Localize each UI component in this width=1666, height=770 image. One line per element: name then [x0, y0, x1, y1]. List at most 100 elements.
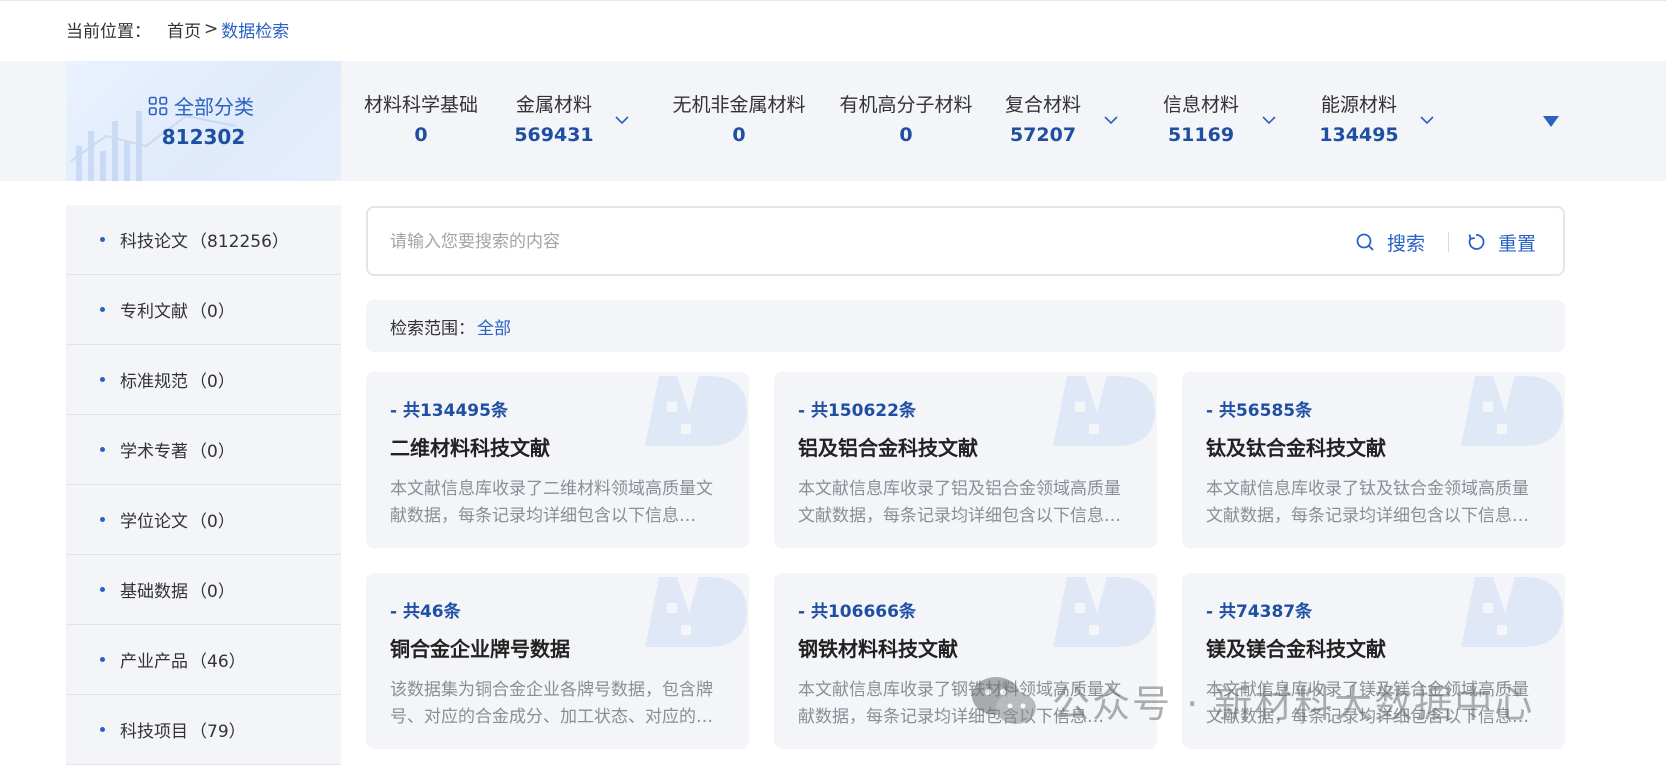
sidebar-item-count: （0）	[190, 442, 235, 462]
card-description: 本文献信息库收录了铝及铝合金领域高质量文献数据，每条记录均详细包含以下信息…	[798, 479, 1121, 526]
top-divider	[0, 0, 1666, 1]
category-tab-polymer[interactable]: 有机高分子材料 0	[835, 90, 977, 146]
category-tab-energy[interactable]: 能源材料 134495	[1318, 90, 1400, 146]
search-button[interactable]: 搜索	[1355, 228, 1425, 256]
dataset-card[interactable]: - 共56585条 钛及钛合金科技文献 本文献信息库收录了钛及钛合金领域高质量文…	[1182, 372, 1565, 548]
category-count: 0	[899, 124, 913, 146]
wechat-watermark: 公众号 · 新材料大数据中心	[968, 672, 1534, 728]
sidebar-item-count: （79）	[190, 722, 246, 742]
bullet-icon	[100, 587, 105, 592]
breadcrumb-current: 数据检索	[221, 21, 290, 42]
breadcrumb: 当前位置： 首页 > 数据检索	[66, 17, 290, 42]
reset-button[interactable]: 重置	[1466, 228, 1536, 256]
chevron-down-icon[interactable]	[1102, 111, 1120, 129]
sidebar-item-count: （46）	[190, 652, 246, 672]
all-category-title: 全部分类	[148, 91, 254, 120]
card-total: - 共74387条	[1206, 602, 1313, 622]
sidebar-item-count: （0）	[190, 582, 235, 602]
search-input[interactable]	[390, 228, 1290, 256]
chevron-down-icon[interactable]	[1418, 111, 1436, 129]
logo-watermark-icon	[1461, 376, 1563, 446]
all-category-tab[interactable]: 全部分类 812302	[66, 61, 341, 181]
sidebar-item-patents[interactable]: 专利文献 （0）	[66, 275, 341, 345]
sidebar-item-count: （812256）	[190, 232, 289, 252]
card-title: 铜合金企业牌号数据	[390, 637, 570, 661]
sidebar-item-count: （0）	[190, 372, 235, 392]
category-count: 569431	[514, 124, 594, 146]
card-total: - 共150622条	[798, 401, 916, 421]
sidebar-item-count: （0）	[190, 302, 235, 322]
breadcrumb-home-link[interactable]: 首页	[167, 17, 201, 42]
card-title: 钢铁材料科技文献	[798, 637, 958, 661]
search-scope: 检索范围： 全部	[366, 300, 1565, 352]
logo-watermark-icon	[645, 577, 747, 647]
scope-value[interactable]: 全部	[477, 314, 511, 339]
card-title: 镁及镁合金科技文献	[1206, 637, 1386, 661]
category-tab-materials-science[interactable]: 材料科学基础 0	[360, 90, 482, 146]
dataset-card[interactable]: - 共150622条 铝及铝合金科技文献 本文献信息库收录了铝及铝合金领域高质量…	[774, 372, 1157, 548]
card-description: 本文献信息库收录了钛及钛合金领域高质量文献数据，每条记录均详细包含以下信息…	[1206, 479, 1529, 526]
category-count: 0	[414, 124, 428, 146]
grid-icon	[148, 96, 168, 115]
category-name: 复合材料	[1004, 94, 1081, 116]
category-tab-inorganic[interactable]: 无机非金属材料 0	[668, 90, 810, 146]
card-title: 钛及钛合金科技文献	[1206, 436, 1386, 460]
bullet-icon	[100, 517, 105, 522]
card-title: 铝及铝合金科技文献	[798, 436, 978, 460]
card-description: 本文献信息库收录了二维材料领域高质量文献数据，每条记录均详细包含以下信息…	[390, 479, 713, 526]
sidebar-item-label: 科技论文	[120, 232, 188, 252]
refresh-icon	[1468, 234, 1485, 250]
wechat-icon	[972, 677, 1036, 724]
scope-label: 检索范围：	[390, 318, 475, 339]
card-total: - 共56585条	[1206, 401, 1313, 421]
sidebar-item-papers[interactable]: 科技论文 （812256）	[66, 205, 341, 275]
category-tab-metal[interactable]: 金属材料 569431	[513, 90, 595, 146]
search-icon	[1356, 233, 1374, 251]
card-title: 二维材料科技文献	[390, 436, 550, 460]
sidebar-item-monographs[interactable]: 学术专著 （0）	[66, 415, 341, 485]
logo-watermark-icon	[1053, 376, 1155, 446]
bullet-icon	[100, 377, 105, 382]
sidebar-item-projects[interactable]: 科技项目 （79）	[66, 695, 341, 765]
card-total: - 共134495条	[390, 401, 508, 421]
bullet-icon	[100, 447, 105, 452]
expand-categories-icon[interactable]	[1543, 116, 1559, 127]
bullet-icon	[100, 307, 105, 312]
all-category-count: 812302	[161, 125, 246, 149]
watermark-text: 公众号 · 新材料大数据中心	[1052, 681, 1535, 726]
category-name: 能源材料	[1320, 94, 1397, 116]
logo-watermark-icon	[1053, 577, 1155, 647]
category-tab-composite[interactable]: 复合材料 57207	[1002, 90, 1084, 146]
category-name: 信息材料	[1162, 94, 1239, 116]
bullet-icon	[100, 727, 105, 732]
dataset-card[interactable]: - 共134495条 二维材料科技文献 本文献信息库收录了二维材料领域高质量文献…	[366, 372, 749, 548]
all-category-label: 全部分类	[174, 95, 254, 119]
sidebar-item-label: 基础数据	[120, 582, 188, 602]
sidebar-item-basic-data[interactable]: 基础数据 （0）	[66, 555, 341, 625]
breadcrumb-separator: >	[204, 19, 219, 39]
sidebar-item-count: （0）	[190, 512, 235, 532]
chevron-down-icon[interactable]	[613, 111, 631, 129]
sidebar-item-standards[interactable]: 标准规范 （0）	[66, 345, 341, 415]
sidebar-item-label: 科技项目	[120, 722, 188, 742]
card-total: - 共46条	[390, 602, 461, 622]
search-button-label: 搜索	[1387, 232, 1426, 255]
reset-button-label: 重置	[1498, 232, 1537, 255]
category-tab-information[interactable]: 信息材料 51169	[1160, 90, 1242, 146]
category-count: 51169	[1167, 124, 1235, 146]
category-count: 0	[732, 124, 746, 146]
sidebar-item-theses[interactable]: 学位论文 （0）	[66, 485, 341, 555]
sidebar-item-label: 学术专著	[120, 442, 188, 462]
bullet-icon	[100, 657, 105, 662]
card-description: 该数据集为铜合金企业各牌号数据，包含牌号、对应的合金成分、加工状态、对应的…	[390, 680, 713, 727]
sidebar-item-label: 学位论文	[120, 512, 188, 532]
category-count: 134495	[1319, 124, 1399, 146]
category-name: 有机高分子材料	[839, 94, 973, 116]
dataset-card[interactable]: - 共46条 铜合金企业牌号数据 该数据集为铜合金企业各牌号数据，包含牌号、对应…	[366, 573, 749, 749]
logo-watermark-icon	[645, 376, 747, 446]
breadcrumb-prefix: 当前位置：	[66, 21, 151, 42]
sidebar-item-label: 专利文献	[120, 302, 188, 322]
bullet-icon	[100, 237, 105, 242]
chevron-down-icon[interactable]	[1260, 111, 1278, 129]
sidebar-item-products[interactable]: 产业产品 （46）	[66, 625, 341, 695]
